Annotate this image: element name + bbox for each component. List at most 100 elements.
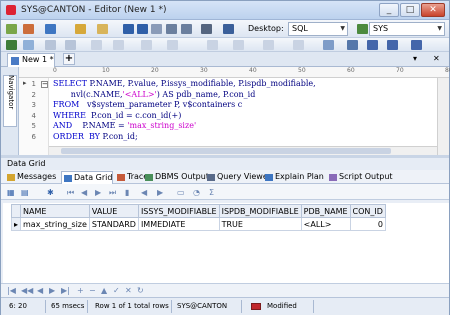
tab-dbms-output[interactable]: DBMS Output	[143, 171, 209, 184]
column-header[interactable]: PDB_NAME	[300, 204, 351, 218]
maximize-button[interactable]: □	[400, 3, 420, 17]
toolbar-icon[interactable]	[293, 40, 304, 50]
stop-icon[interactable]	[45, 40, 56, 50]
vertical-scrollbar[interactable]	[437, 78, 449, 155]
close-tab-button[interactable]: ✕	[433, 54, 440, 63]
toolbar-icon[interactable]	[141, 40, 152, 50]
sql-keyword: AND	[53, 121, 83, 130]
tab-explain-plan[interactable]: Explain Plan	[263, 171, 324, 184]
recent-files-icon[interactable]	[97, 24, 108, 34]
tab-query-viewer[interactable]: Query Viewer	[205, 171, 271, 184]
nav-prev-icon[interactable]: ◀◀	[21, 286, 33, 295]
grid-tool-icon[interactable]: ▦	[7, 188, 15, 197]
toolbar-icon[interactable]	[91, 40, 102, 50]
tab-data-grid[interactable]: Data Grid	[61, 171, 114, 184]
tab-messages[interactable]: Messages	[5, 171, 56, 184]
connection-select[interactable]: SYS ▼	[369, 22, 445, 36]
last-record-icon[interactable]: ⏭	[109, 188, 116, 198]
code-line[interactable]: SELECT P.NAME, P.value, P.issys_modifiab…	[53, 79, 316, 88]
editor-icon[interactable]	[223, 24, 234, 34]
prev-record-icon[interactable]: ◀	[81, 188, 87, 197]
code-line[interactable]: AND P.NAME = 'max_string_size'	[53, 121, 196, 130]
code-line[interactable]: ORDER BY P.con_id;	[53, 132, 138, 141]
tab-script-output[interactable]: Script Output	[327, 171, 393, 184]
scrollbar-thumb[interactable]	[61, 148, 391, 154]
toolbar-icon[interactable]	[113, 40, 124, 50]
column-header[interactable]: NAME	[20, 204, 90, 218]
connect-icon[interactable]	[6, 24, 17, 34]
nav-prior-icon[interactable]: ◀	[37, 286, 43, 295]
table-cell[interactable]: max_string_size	[20, 217, 90, 231]
execute-icon[interactable]	[6, 40, 17, 50]
copy-icon[interactable]	[151, 24, 162, 34]
column-header[interactable]: ISPDB_MODIFIABLE	[218, 204, 302, 218]
nav-next-icon[interactable]: ▶	[49, 286, 55, 295]
table-cell[interactable]: IMMEDIATE	[137, 217, 220, 231]
table-cell[interactable]: 0	[349, 217, 386, 231]
refresh-icon[interactable]: ↻	[137, 286, 144, 295]
table-cell[interactable]: <ALL>	[300, 217, 351, 231]
connection-icon	[357, 24, 368, 34]
close-button[interactable]: ✕	[421, 3, 445, 17]
table-cell[interactable]: TRUE	[218, 217, 302, 231]
toolbar-icon[interactable]	[233, 40, 244, 50]
toolbar-icon[interactable]	[167, 40, 178, 50]
toolbar-icon[interactable]	[263, 40, 274, 50]
cancel-icon[interactable]: ✕	[125, 286, 132, 295]
table-cell[interactable]: STANDARD	[88, 217, 139, 231]
fold-toggle-icon[interactable]: −	[41, 81, 48, 88]
chevron-down-icon: ▼	[340, 25, 345, 32]
save-icon[interactable]	[123, 24, 134, 34]
grid-tool-icon[interactable]: ▶	[157, 188, 163, 197]
grid-tool-icon[interactable]: ▤	[21, 188, 29, 197]
first-record-icon[interactable]: ⏮	[67, 188, 74, 198]
delete-icon[interactable]: −	[89, 286, 96, 295]
tab-icon	[265, 174, 273, 181]
grid-tool-icon[interactable]: ▭	[177, 188, 185, 197]
code-line[interactable]: FROM v$system_parameter P, v$containers …	[53, 100, 242, 109]
horizontal-scrollbar[interactable]	[49, 146, 437, 155]
grid-tool-icon[interactable]: ◔	[193, 188, 200, 197]
grid-tool-icon[interactable]: ✱	[47, 188, 54, 197]
add-tab-button[interactable]: +	[63, 53, 75, 65]
save-all-icon[interactable]	[137, 24, 148, 34]
new-file-icon[interactable]	[45, 24, 56, 34]
nav-first-icon[interactable]: |◀	[7, 286, 16, 295]
open-folder-icon[interactable]	[75, 24, 86, 34]
insert-icon[interactable]: +	[77, 286, 84, 295]
find-icon[interactable]	[323, 40, 334, 50]
lowercase-icon[interactable]	[387, 40, 398, 50]
edit-icon[interactable]: ▲	[101, 286, 107, 295]
filter-icon[interactable]	[347, 40, 358, 50]
column-header[interactable]: VALUE	[88, 204, 139, 218]
grid-footer-toolbar: |◀ ◀◀ ◀ ▶ ▶| + − ▲ ✓ ✕ ↻	[1, 283, 449, 297]
sum-icon[interactable]: Σ	[209, 188, 214, 197]
undo-icon[interactable]	[166, 24, 177, 34]
execute-script-icon[interactable]	[23, 40, 34, 50]
grid-tool-icon[interactable]: ▮	[125, 188, 129, 197]
post-icon[interactable]: ✓	[113, 286, 120, 295]
uppercase-icon[interactable]	[367, 40, 378, 50]
tab-new-1[interactable]: New 1 *	[7, 53, 55, 67]
table-row[interactable]: ▸ max_string_size STANDARD IMMEDIATE TRUE <AL…	[10, 217, 386, 231]
step-icon[interactable]	[65, 40, 76, 50]
print-icon[interactable]	[201, 24, 212, 34]
navigator-tab[interactable]: Navigator	[3, 75, 17, 127]
next-record-icon[interactable]: ▶	[95, 188, 101, 197]
nav-last-icon[interactable]: ▶|	[61, 286, 70, 295]
code-line[interactable]: nvl(c.NAME,'<ALL>') AS pdb_name, P.con_i…	[53, 90, 256, 99]
column-header[interactable]: ISSYS_MODIFIABLE	[137, 204, 220, 218]
redo-icon[interactable]	[181, 24, 192, 34]
code-line[interactable]: WHERE P.con_id = c.con_id(+)	[53, 111, 181, 120]
format-icon[interactable]	[411, 40, 422, 50]
toolbar-icon[interactable]	[207, 40, 218, 50]
sql-editor[interactable]: 01020304050607080 − 123456 ▸ SELECT P.NA…	[19, 67, 450, 155]
grid-tool-icon[interactable]: ◀	[141, 188, 147, 197]
desktop-select[interactable]: SQL ▼	[288, 22, 348, 36]
row-indicator[interactable]: ▸	[10, 217, 22, 231]
disconnect-icon[interactable]	[23, 24, 34, 34]
ruler-tick: 20	[151, 67, 159, 74]
minimize-button[interactable]: _	[379, 3, 399, 17]
column-header[interactable]: CON_ID	[349, 204, 386, 218]
tab-list-button[interactable]: ▾	[413, 54, 417, 63]
